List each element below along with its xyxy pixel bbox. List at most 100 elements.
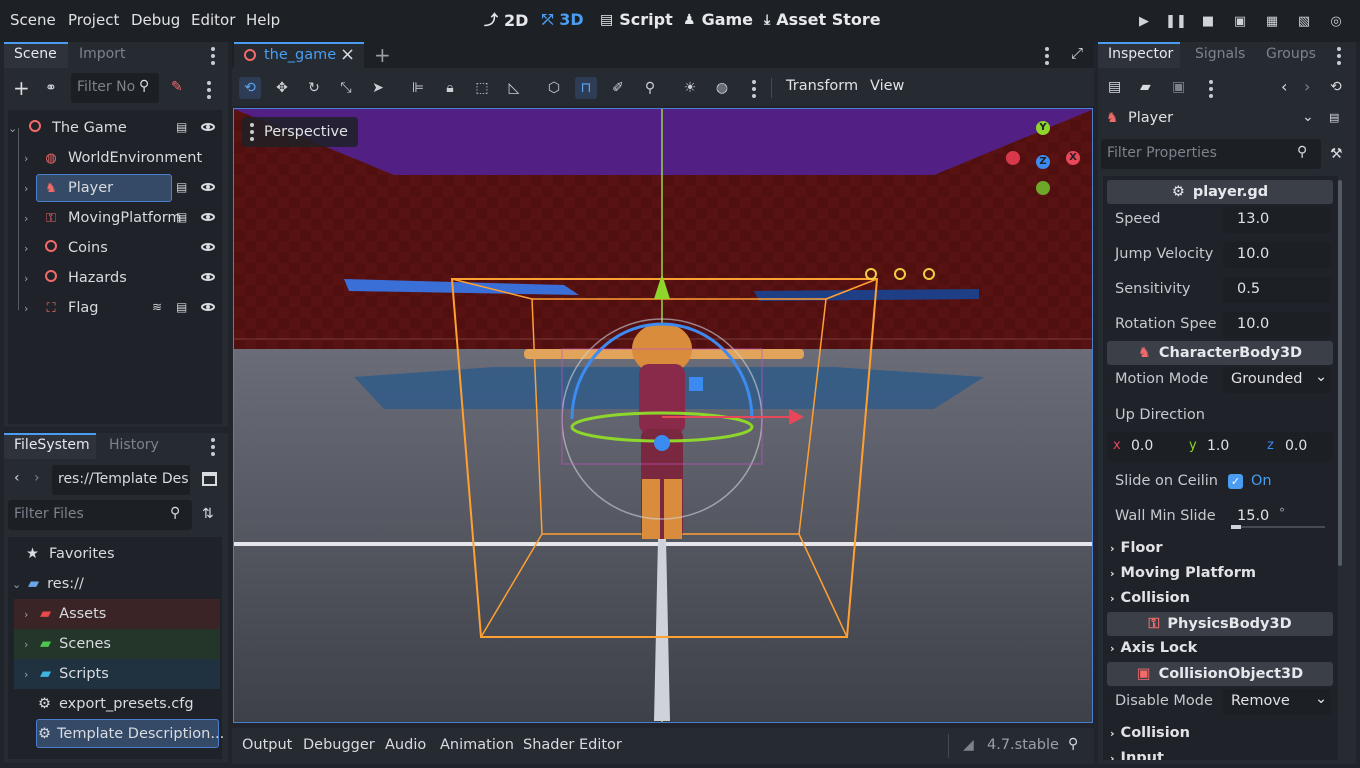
jump-velocity-field[interactable]: 10.0 (1223, 242, 1331, 268)
tab-shader-editor[interactable]: Shader Editor (523, 737, 622, 753)
file-template-description[interactable]: ⚙ Template Description... (38, 720, 224, 748)
signal-icon[interactable]: ≋ (152, 300, 162, 314)
stop-icon[interactable]: ■ (1197, 10, 1219, 32)
folder-scenes[interactable]: › ▰ Scenes (24, 630, 111, 658)
gizmo-y-icon[interactable]: Y (1036, 121, 1050, 135)
rotation-speed-field[interactable]: 10.0 (1223, 312, 1331, 338)
tab-groups[interactable]: Groups (1266, 46, 1316, 62)
resource-menu-icon[interactable] (1209, 80, 1213, 101)
visibility-eye-icon[interactable] (201, 243, 215, 251)
back-icon[interactable]: ‹ (14, 470, 20, 486)
save-resource-icon[interactable]: ▣ (1172, 79, 1185, 95)
sensitivity-field[interactable]: 0.5 (1223, 277, 1331, 303)
visibility-eye-icon[interactable] (201, 273, 215, 281)
up-direction-y-field[interactable]: 1.0 (1207, 438, 1229, 454)
history-back-icon[interactable]: ‹ (1281, 77, 1287, 96)
pin-icon[interactable]: ⚲ (639, 77, 661, 99)
gizmo-neg-y-icon[interactable] (1036, 181, 1050, 195)
chevron-right-icon[interactable]: › (24, 638, 36, 651)
res-root-item[interactable]: ⌄ ▰ res:// (12, 570, 84, 598)
paint-icon[interactable]: ✐ (607, 77, 629, 99)
open-resource-icon[interactable]: ▰ (1140, 79, 1151, 95)
group-collision-2[interactable]: › Collision (1110, 725, 1190, 741)
scrollbar[interactable] (1338, 180, 1342, 566)
toolbar-menu-icon[interactable] (752, 80, 756, 101)
perspective-menu[interactable]: Perspective (242, 117, 358, 147)
close-icon[interactable]: × (340, 44, 355, 65)
workspace-3d[interactable]: ⤱ 3D (542, 10, 584, 29)
play-icon[interactable]: ▶ (1133, 10, 1155, 32)
tree-node-coins[interactable]: › Coins (24, 234, 108, 262)
tab-scene[interactable]: Scene (14, 46, 57, 62)
scale-mode-icon[interactable]: ⤡ (335, 77, 357, 99)
disable-mode-select[interactable]: Remove ⌄ (1223, 689, 1331, 715)
group-floor[interactable]: › Floor (1110, 540, 1163, 556)
group-collision[interactable]: › Collision (1110, 590, 1190, 606)
tab-filesystem[interactable]: FileSystem (14, 437, 90, 453)
chevron-right-icon[interactable]: › (24, 302, 36, 315)
path-field[interactable]: res://Template Des (52, 465, 190, 495)
tab-audio[interactable]: Audio (385, 737, 426, 753)
visibility-eye-icon[interactable] (201, 123, 215, 131)
local-space-icon[interactable]: ⬡ (543, 77, 565, 99)
menu-debug[interactable]: Debug (131, 11, 180, 29)
menu-help[interactable]: Help (246, 11, 280, 29)
chevron-right-icon[interactable]: › (24, 242, 36, 255)
group-input[interactable]: › Input (1110, 750, 1164, 760)
inspector-dock-menu-icon[interactable] (1337, 47, 1341, 68)
tab-signals[interactable]: Signals (1195, 46, 1245, 62)
folder-scripts[interactable]: › ▰ Scripts (24, 660, 109, 688)
tab-animation[interactable]: Animation (440, 737, 514, 753)
inspector-tools-icon[interactable]: ⚒ (1330, 146, 1343, 162)
chevron-right-icon[interactable]: › (24, 668, 36, 681)
tab-output[interactable]: Output (242, 737, 292, 753)
3d-viewport[interactable]: X Y Z Perspective (233, 108, 1093, 723)
scene-tab[interactable]: the_game × (234, 42, 364, 68)
history-forward-icon[interactable]: › (1304, 77, 1310, 96)
sun-icon[interactable]: ☀ (679, 77, 701, 99)
chevron-right-icon[interactable]: › (24, 182, 36, 195)
chevron-right-icon[interactable]: › (24, 152, 36, 165)
pause-icon[interactable]: ❚❚ (1165, 10, 1187, 32)
chevron-right-icon[interactable]: › (24, 212, 36, 225)
script-icon[interactable]: ▤ (176, 210, 187, 224)
visibility-eye-icon[interactable] (201, 213, 215, 221)
menu-editor[interactable]: Editor (191, 11, 235, 29)
file-export-presets[interactable]: ⚙ export_presets.cfg (38, 690, 194, 718)
gizmo-neg-x-icon[interactable] (1006, 151, 1020, 165)
folder-assets[interactable]: › ▰ Assets (24, 600, 106, 628)
new-resource-icon[interactable]: ▤ (1108, 79, 1121, 95)
chevron-right-icon[interactable]: › (24, 608, 36, 621)
tab-history[interactable]: History (109, 437, 159, 453)
motion-mode-select[interactable]: Grounded ⌄ (1223, 367, 1331, 393)
script-icon[interactable]: ▤ (176, 120, 187, 134)
ruler-icon[interactable]: ⊫ (407, 77, 429, 99)
tab-debugger[interactable]: Debugger (303, 737, 375, 753)
node-selector[interactable]: ♞ Player ⌄ (1102, 105, 1320, 133)
group-moving-platform[interactable]: › Moving Platform (1110, 565, 1256, 581)
filter-properties-input[interactable]: Filter Properties ⚲ (1101, 139, 1321, 169)
files-filter-input[interactable]: Filter Files ⚲ (8, 500, 192, 530)
chevron-down-icon[interactable]: ⌄ (8, 122, 20, 135)
up-direction-z-field[interactable]: 0.0 (1285, 438, 1307, 454)
script-icon[interactable]: ▤ (176, 300, 187, 314)
list-select-icon[interactable]: ➤ (367, 77, 389, 99)
link-icon[interactable]: ⚭ (45, 80, 57, 96)
add-node-icon[interactable]: + (13, 76, 30, 100)
add-scene-tab-icon[interactable]: + (374, 43, 391, 67)
tree-node-player[interactable]: › ♞ Player (24, 174, 113, 202)
workspace-game[interactable]: ♟ Game (683, 10, 753, 29)
tree-node-world-environment[interactable]: › ◍ WorldEnvironment (24, 144, 202, 172)
workspace-asset-store[interactable]: ⤓ Asset Store (764, 10, 881, 29)
rotate-mode-icon[interactable]: ↻ (303, 77, 325, 99)
tree-node-the-game[interactable]: ⌄ The Game (8, 114, 127, 142)
workspace-2d[interactable]: ⤴ 2D (484, 10, 528, 30)
up-direction-x-field[interactable]: 0.0 (1131, 438, 1153, 454)
scene-dock-menu-icon[interactable] (211, 47, 215, 68)
script-attach-icon[interactable]: ✎ (171, 79, 183, 95)
move-mode-icon[interactable]: ✥ (271, 77, 293, 99)
snap-icon[interactable]: ⊓ (575, 77, 597, 99)
scene-tree-menu-icon[interactable] (207, 81, 211, 102)
transform-menu[interactable]: Transform (786, 78, 858, 94)
script-icon[interactable]: ▤ (176, 180, 187, 194)
